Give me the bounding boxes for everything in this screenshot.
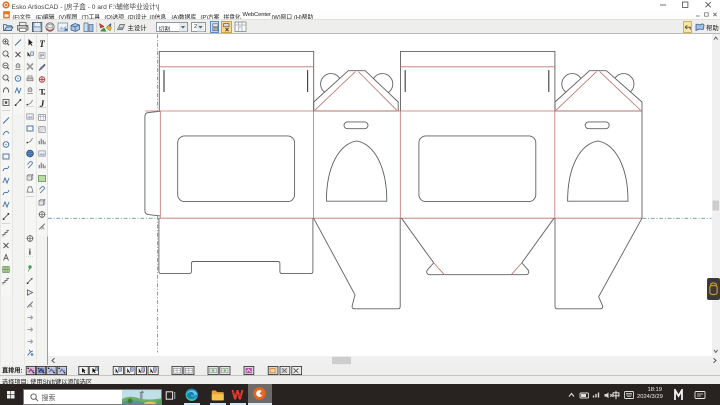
svg-text:T: T xyxy=(39,86,45,96)
svg-text:直排用:: 直排用: xyxy=(2,366,23,374)
svg-text:T: T xyxy=(39,38,45,48)
